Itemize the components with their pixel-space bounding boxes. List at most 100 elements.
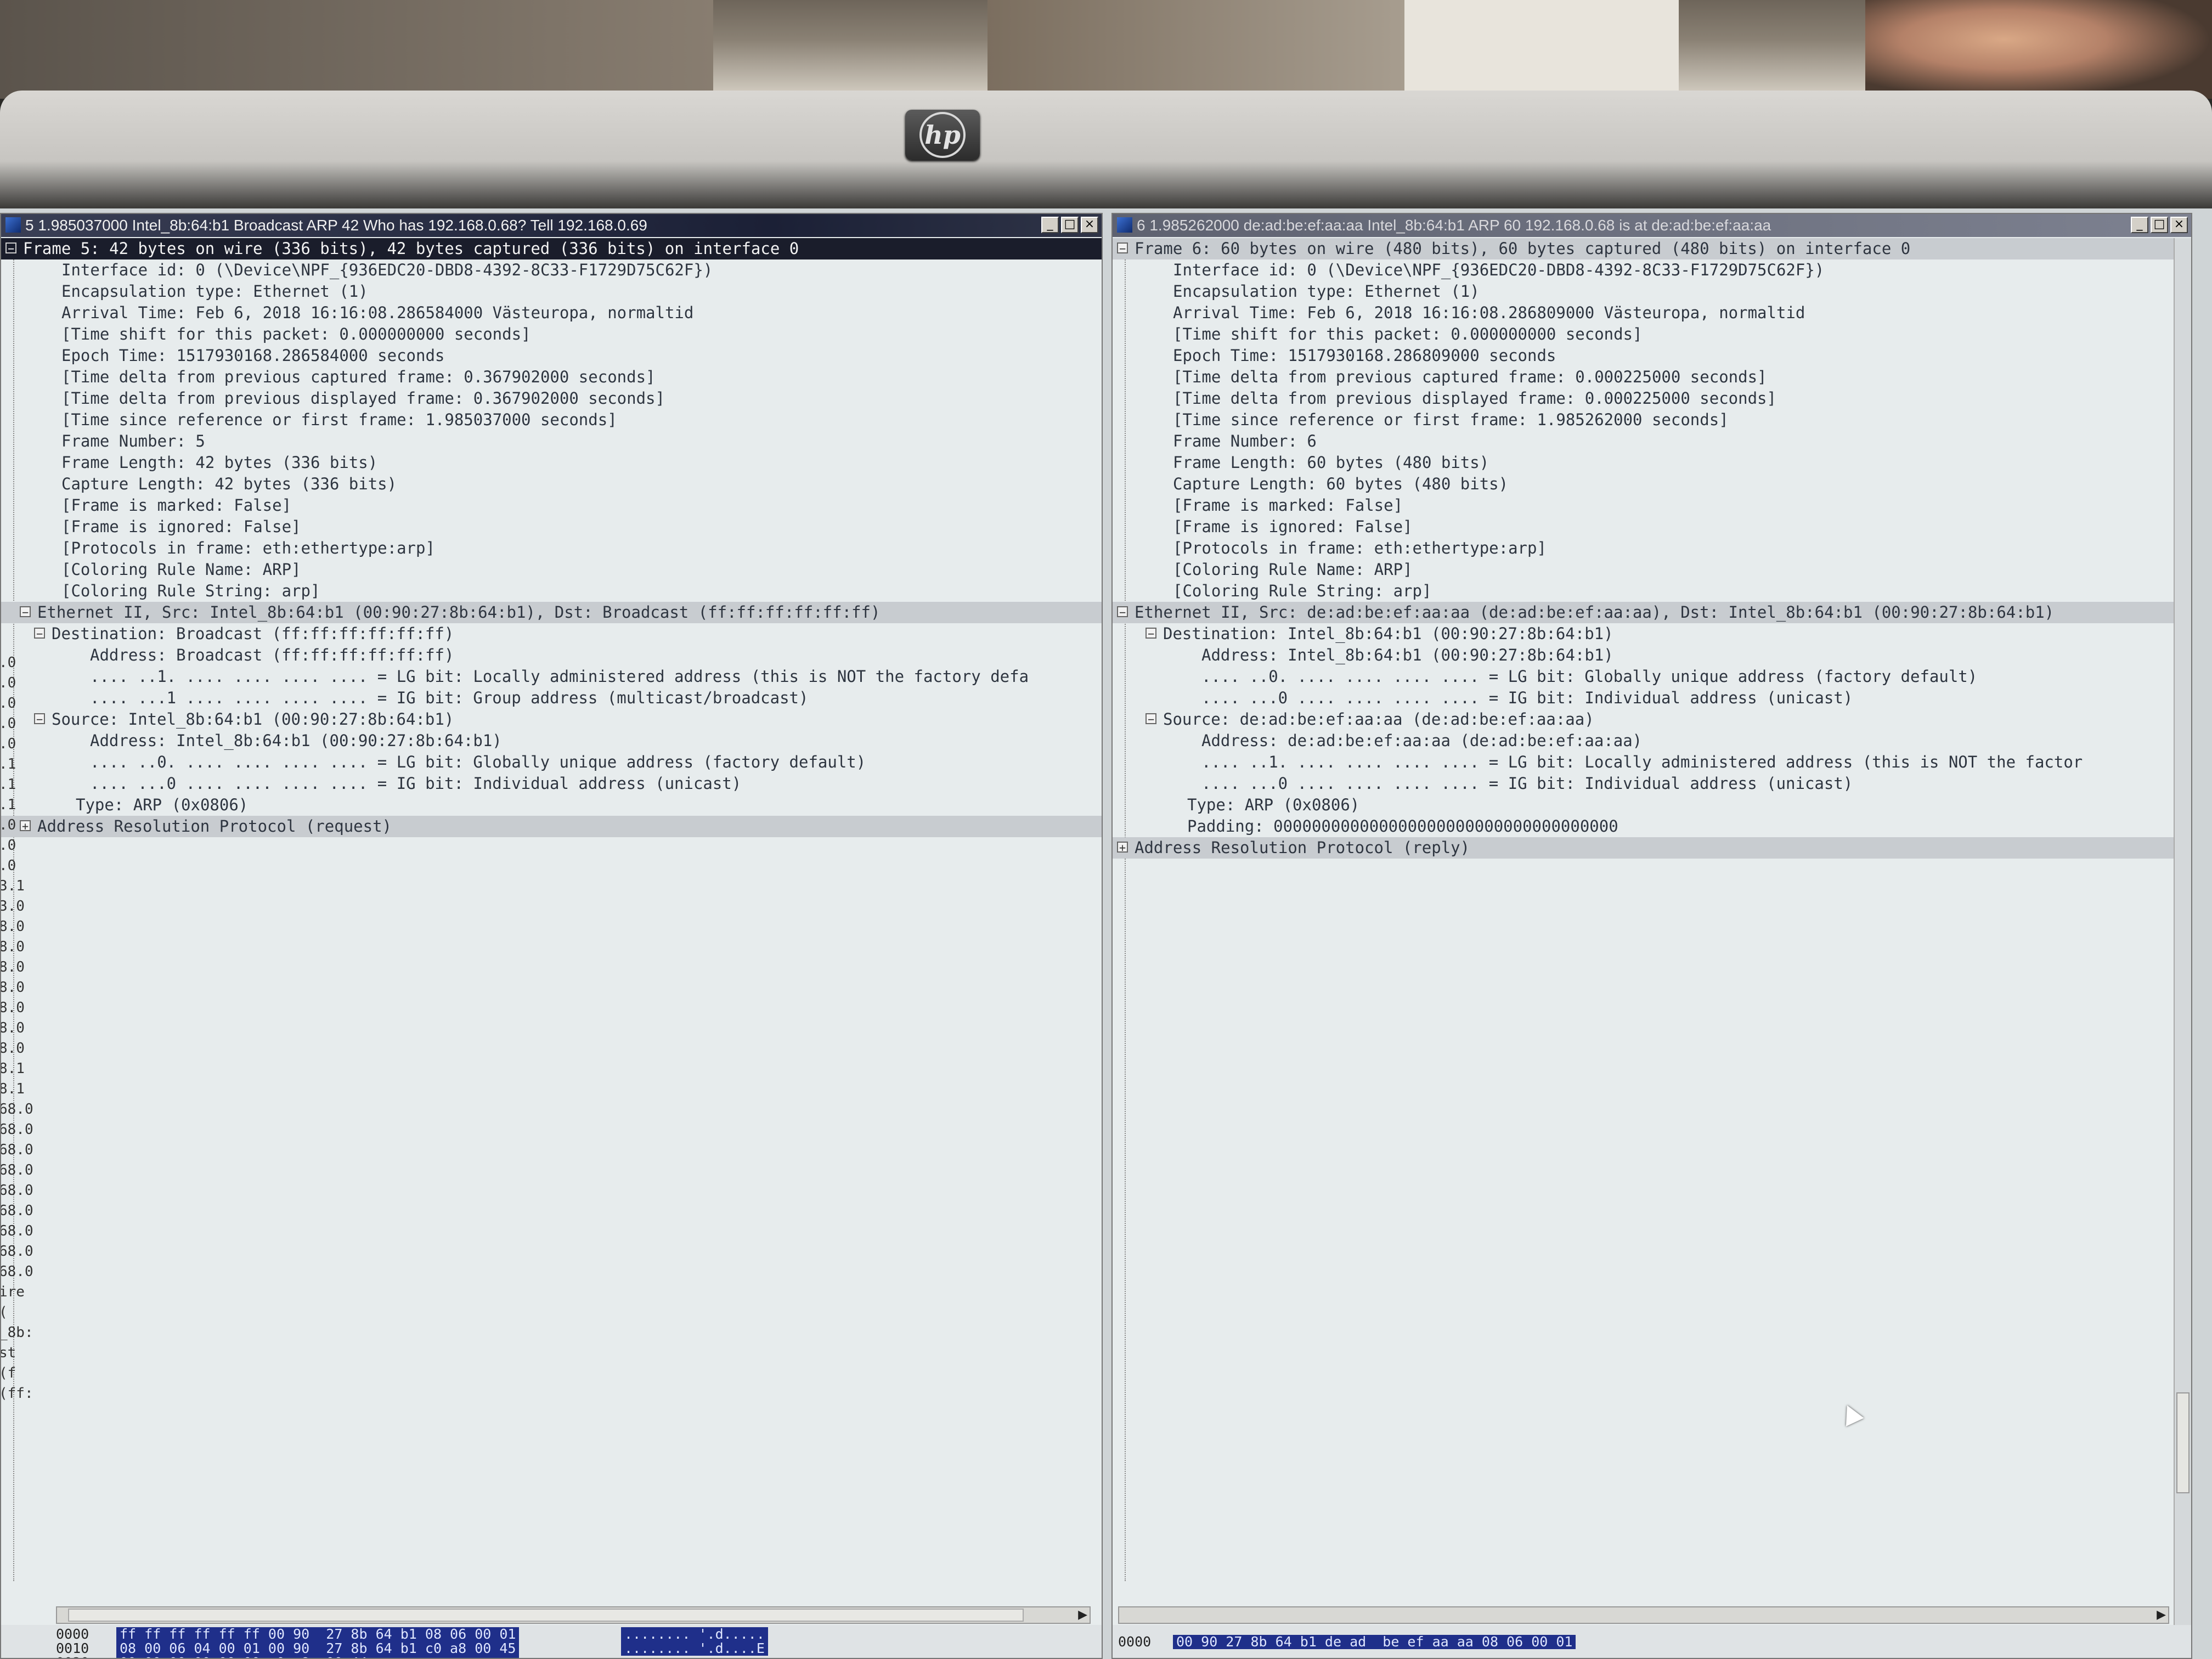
collapse-icon[interactable]: − [34, 628, 45, 639]
scroll-right-arrow-icon[interactable]: ▶ [2157, 1607, 2166, 1622]
tree-node[interactable]: + Address Resolution Protocol (request) [1, 816, 1102, 837]
collapse-icon[interactable]: − [20, 606, 31, 618]
close-button[interactable]: × [2170, 217, 2188, 233]
tree-leaf[interactable]: .... ...0 .... .... .... .... = IG bit: … [1, 773, 1102, 794]
expand-icon[interactable]: + [20, 820, 31, 832]
packet-list-cell: 68.0 [0, 1142, 33, 1158]
maximize-button[interactable]: □ [1061, 217, 1079, 233]
tree-leaf[interactable]: Interface id: 0 (\Device\NPF_{936EDC20-D… [1113, 259, 2191, 281]
tree-leaf[interactable]: [Frame is marked: False] [1, 495, 1102, 516]
tree-row-label: Address: Intel_8b:64:b1 (00:90:27:8b:64:… [90, 731, 502, 750]
horizontal-scrollbar[interactable]: ▶ [56, 1606, 1091, 1624]
packet-window-right[interactable]: 6 1.985262000 de:ad:be:ef:aa:aa Intel_8b… [1111, 213, 2192, 1659]
minimize-button[interactable]: _ [2131, 217, 2148, 233]
tree-leaf[interactable]: [Time delta from previous captured frame… [1, 366, 1102, 388]
tree-node[interactable]: − Source: Intel_8b:64:b1 (00:90:27:8b:64:… [1, 709, 1102, 730]
tree-row-label: .... ..0. .... .... .... .... = LG bit: … [90, 753, 866, 771]
tree-leaf[interactable]: [Frame is marked: False] [1113, 495, 2191, 516]
hex-bytes[interactable]: ff ff ff ff ff ff 00 90 27 8b 64 b1 08 0… [116, 1627, 520, 1658]
hex-ascii[interactable]: ........ '.d..... ........ '.d....E [621, 1627, 768, 1656]
packet-details-tree[interactable]: − Frame 5: 42 bytes on wire (336 bits), 4… [1, 238, 1102, 1592]
hex-bytes[interactable]: 00 90 27 8b 64 b1 de ad be ef aa aa 08 0… [1173, 1635, 1576, 1649]
collapse-icon[interactable]: − [1117, 242, 1128, 254]
tree-leaf[interactable]: [Coloring Rule String: arp] [1113, 580, 2191, 602]
tree-leaf[interactable]: .... ...1 .... .... .... .... = IG bit: … [1, 687, 1102, 709]
tree-node[interactable]: − Ethernet II, Src: de:ad:be:ef:aa:aa (de… [1113, 602, 2191, 623]
tree-leaf[interactable]: Frame Number: 5 [1, 431, 1102, 452]
tree-leaf[interactable]: [Protocols in frame: eth:ethertype:arp] [1113, 538, 2191, 559]
tree-leaf[interactable]: [Time since reference or first frame: 1.… [1, 409, 1102, 431]
scrollbar-thumb[interactable] [2176, 1392, 2190, 1493]
tree-leaf[interactable]: [Frame is ignored: False] [1, 516, 1102, 538]
collapse-icon[interactable]: − [5, 242, 16, 254]
horizontal-scrollbar[interactable]: ▶ [1118, 1606, 2169, 1624]
tree-leaf[interactable]: .... ...0 .... .... .... .... = IG bit: … [1113, 773, 2191, 794]
tree-leaf[interactable]: [Time delta from previous displayed fram… [1113, 388, 2191, 409]
tree-leaf[interactable]: Epoch Time: 1517930168.286809000 seconds [1113, 345, 2191, 366]
tree-leaf[interactable]: Address: Intel_8b:64:b1 (00:90:27:8b:64:… [1113, 645, 2191, 666]
tree-leaf[interactable]: [Time delta from previous captured frame… [1113, 366, 2191, 388]
vertical-scrollbar[interactable] [2174, 238, 2191, 1625]
collapse-icon[interactable]: − [1146, 713, 1156, 725]
tree-leaf[interactable]: Type: ARP (0x0806) [1, 794, 1102, 816]
tree-row-label: Encapsulation type: Ethernet (1) [61, 282, 368, 301]
collapse-icon[interactable]: − [1117, 606, 1128, 618]
tree-leaf[interactable]: Padding: 0000000000000000000000000000000… [1113, 816, 2191, 837]
tree-row-label: Address Resolution Protocol (reply) [1135, 838, 1470, 857]
packet-bytes-pane[interactable]: 0000 0010 0020 ff ff ff ff ff ff 00 90 2… [1, 1625, 1102, 1658]
tree-leaf[interactable]: Address: Broadcast (ff:ff:ff:ff:ff:ff) [1, 645, 1102, 666]
tree-leaf[interactable]: .... ...0 .... .... .... .... = IG bit: … [1113, 687, 2191, 709]
tree-leaf[interactable]: Arrival Time: Feb 6, 2018 16:16:08.28658… [1, 302, 1102, 324]
tree-leaf[interactable]: Encapsulation type: Ethernet (1) [1, 281, 1102, 302]
tree-leaf[interactable]: Arrival Time: Feb 6, 2018 16:16:08.28680… [1113, 302, 2191, 324]
tree-leaf[interactable]: Interface id: 0 (\Device\NPF_{936EDC20-D… [1, 259, 1102, 281]
tree-leaf[interactable]: Address: Intel_8b:64:b1 (00:90:27:8b:64:… [1, 730, 1102, 752]
hp-logo: hp [905, 110, 980, 160]
tree-leaf[interactable]: Type: ARP (0x0806) [1113, 794, 2191, 816]
scrollbar-thumb[interactable] [68, 1609, 1024, 1622]
tree-leaf[interactable]: [Time since reference or first frame: 1.… [1113, 409, 2191, 431]
tree-leaf[interactable]: Frame Number: 6 [1113, 431, 2191, 452]
tree-leaf[interactable]: Encapsulation type: Ethernet (1) [1113, 281, 2191, 302]
packet-window-left[interactable]: 5 1.985037000 Intel_8b:64:b1 Broadcast A… [0, 213, 1103, 1659]
tree-leaf[interactable]: [Protocols in frame: eth:ethertype:arp] [1, 538, 1102, 559]
close-button[interactable]: × [1081, 217, 1098, 233]
scroll-right-arrow-icon[interactable]: ▶ [1078, 1607, 1087, 1622]
tree-leaf[interactable]: [Time shift for this packet: 0.000000000… [1113, 324, 2191, 345]
packet-bytes-pane[interactable]: 0000 00 90 27 8b 64 b1 de ad be ef aa aa… [1113, 1625, 2191, 1658]
tree-node[interactable]: + Address Resolution Protocol (reply) [1113, 837, 2191, 859]
tree-node[interactable]: − Destination: Broadcast (ff:ff:ff:ff:ff:… [1, 623, 1102, 645]
tree-leaf[interactable]: .... ..0. .... .... .... .... = LG bit: … [1, 752, 1102, 773]
tree-leaf[interactable]: [Frame is ignored: False] [1113, 516, 2191, 538]
expand-icon[interactable]: + [1117, 842, 1128, 853]
tree-leaf[interactable]: .... ..0. .... .... .... .... = LG bit: … [1113, 666, 2191, 687]
tree-node[interactable]: − Frame 5: 42 bytes on wire (336 bits), 4… [1, 238, 1102, 259]
tree-leaf[interactable]: [Coloring Rule Name: ARP] [1113, 559, 2191, 580]
tree-leaf[interactable]: [Time shift for this packet: 0.000000000… [1, 324, 1102, 345]
minimize-button[interactable]: _ [1041, 217, 1059, 233]
window-titlebar[interactable]: 5 1.985037000 Intel_8b:64:b1 Broadcast A… [1, 214, 1102, 237]
tree-leaf[interactable]: Frame Length: 42 bytes (336 bits) [1, 452, 1102, 473]
tree-leaf[interactable]: [Coloring Rule Name: ARP] [1, 559, 1102, 580]
tree-node[interactable]: − Frame 6: 60 bytes on wire (480 bits), 6… [1113, 238, 2191, 259]
tree-leaf[interactable]: .... ..1. .... .... .... .... = LG bit: … [1, 666, 1102, 687]
tree-leaf[interactable]: [Time delta from previous displayed fram… [1, 388, 1102, 409]
packet-list-cell: 68.0 [0, 1203, 33, 1219]
tree-leaf[interactable]: Address: de:ad:be:ef:aa:aa (de:ad:be:ef:… [1113, 730, 2191, 752]
tree-node[interactable]: − Destination: Intel_8b:64:b1 (00:90:27:8… [1113, 623, 2191, 645]
tree-node[interactable]: − Source: de:ad:be:ef:aa:aa (de:ad:be:ef:… [1113, 709, 2191, 730]
tree-leaf[interactable]: Capture Length: 60 bytes (480 bits) [1113, 473, 2191, 495]
tree-node[interactable]: − Ethernet II, Src: Intel_8b:64:b1 (00:90… [1, 602, 1102, 623]
maximize-button[interactable]: □ [2151, 217, 2168, 233]
packet-details-tree[interactable]: − Frame 6: 60 bytes on wire (480 bits), 6… [1113, 238, 2191, 1592]
window-titlebar[interactable]: 6 1.985262000 de:ad:be:ef:aa:aa Intel_8b… [1113, 214, 2191, 237]
tree-leaf[interactable]: Capture Length: 42 bytes (336 bits) [1, 473, 1102, 495]
collapse-icon[interactable]: − [34, 713, 45, 725]
packet-list-cell: 3.1 [0, 878, 25, 894]
tree-leaf[interactable]: .... ..1. .... .... .... .... = LG bit: … [1113, 752, 2191, 773]
collapse-icon[interactable]: − [1146, 628, 1156, 639]
tree-leaf[interactable]: Epoch Time: 1517930168.286584000 seconds [1, 345, 1102, 366]
tree-row-label: [Coloring Rule Name: ARP] [1173, 560, 1413, 579]
tree-leaf[interactable]: Frame Length: 60 bytes (480 bits) [1113, 452, 2191, 473]
tree-leaf[interactable]: [Coloring Rule String: arp] [1, 580, 1102, 602]
